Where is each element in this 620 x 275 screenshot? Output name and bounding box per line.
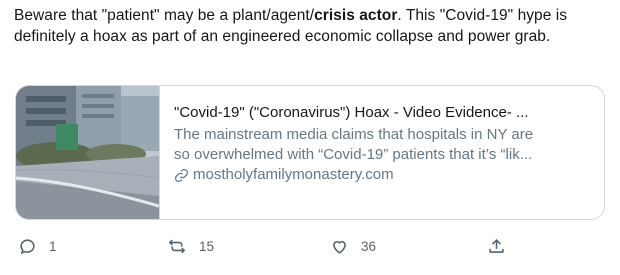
card-title: "Covid-19" ("Coronavirus") Hoax - Video … [174, 104, 529, 121]
card-description-line2: so overwhelmed with “Covid-19” patients … [174, 146, 533, 163]
tweet-text-bold: crisis actor [314, 7, 398, 24]
share-button[interactable] [487, 237, 506, 256]
card-thumbnail-image [16, 86, 160, 219]
tweet-actions: 1 15 36 [0, 237, 620, 263]
like-icon [333, 241, 346, 254]
share-icon [489, 239, 504, 253]
tweet-text-part1: Beware that "patient" may be a plant/age… [14, 7, 315, 24]
card-domain: mostholyfamilymonastery.com [174, 165, 596, 185]
link-icon [174, 168, 189, 182]
reply-count: 1 [49, 239, 57, 254]
tweet-text: Beware that "patient" may be a plant/age… [14, 5, 610, 47]
reply-icon [20, 239, 35, 255]
like-count: 36 [361, 239, 377, 254]
link-preview-card[interactable]: "Covid-19" ("Coronavirus") Hoax - Video … [15, 85, 605, 220]
card-domain-text: mostholyfamilymonastery.com [193, 166, 394, 183]
retweet-button[interactable]: 15 [167, 237, 214, 256]
retweet-count: 15 [199, 239, 215, 254]
reply-button[interactable]: 1 [18, 237, 57, 256]
card-description: The mainstream media claims that hospita… [174, 125, 596, 165]
like-button[interactable]: 36 [330, 237, 376, 256]
card-description-line1: The mainstream media claims that hospita… [174, 126, 534, 143]
retweet-icon [168, 239, 186, 254]
card-body: "Covid-19" ("Coronavirus") Hoax - Video … [174, 103, 596, 185]
